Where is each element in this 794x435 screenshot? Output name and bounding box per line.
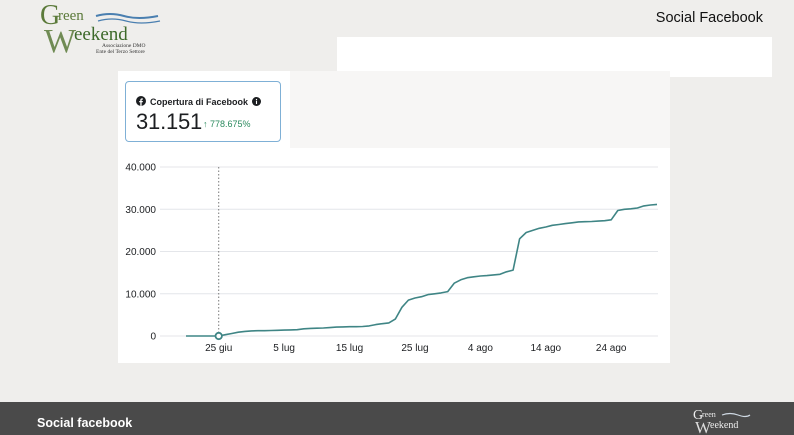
footer-bar: Social facebook G reen W eekend — [0, 402, 794, 435]
reach-line-chart[interactable]: 0 10.000 20.000 30.000 40.000 25 giu 5 lug 15 l… — [118, 148, 670, 363]
footer-logo: G reen W eekend — [692, 406, 752, 434]
svg-text:W: W — [44, 23, 77, 58]
svg-text:eekend: eekend — [74, 24, 128, 45]
page-title: Social Facebook — [655, 10, 763, 26]
x-tick-label: 24 ago — [596, 343, 627, 354]
footer-title: Social facebook — [37, 416, 133, 430]
x-tick-label: 25 giu — [205, 343, 232, 354]
info-icon[interactable] — [252, 93, 262, 111]
y-tick-label: 30.000 — [125, 205, 156, 216]
kpi-value: 31.151 — [136, 109, 203, 134]
hover-point — [214, 331, 223, 341]
kpi-title: Copertura di Facebook — [150, 97, 249, 107]
svg-text:reen: reen — [58, 8, 84, 24]
y-tick-label: 20.000 — [125, 247, 156, 258]
x-tick-label: 25 lug — [401, 343, 428, 354]
x-tick-label: 14 ago — [530, 343, 561, 354]
y-tick-label: 40.000 — [125, 163, 156, 174]
y-tick-label: 10.000 — [125, 289, 156, 300]
x-tick-label: 15 lug — [336, 343, 363, 354]
kpi-card-facebook-reach[interactable]: Copertura di Facebook 31.151 ↑ 778.675% — [125, 81, 281, 142]
svg-text:eekend: eekend — [710, 420, 738, 431]
y-tick-label: 0 — [150, 332, 156, 343]
logo-line2: Ente del Terzo Settore — [96, 49, 145, 55]
x-tick-label: 4 ago — [468, 343, 493, 354]
kpi-delta-badge: ↑ 778.675% — [203, 119, 251, 129]
x-tick-label: 5 lug — [273, 343, 295, 354]
green-weekend-logo: G reen W eekend Associazione DMO Ente de… — [38, 2, 170, 58]
series-line — [186, 203, 658, 337]
